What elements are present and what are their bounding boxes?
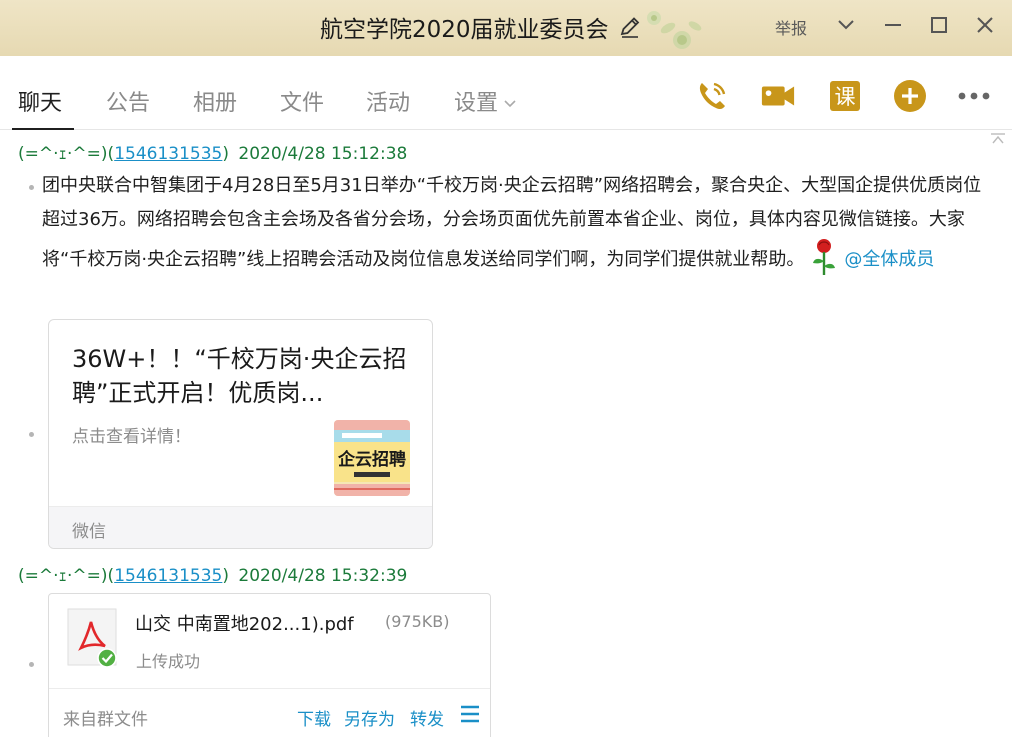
file-card-footer: 来自群文件 下载 另存为 转发 — [49, 688, 490, 737]
phone-icon — [699, 82, 726, 110]
tab-activities[interactable]: 活动 — [366, 85, 410, 117]
minimize-button[interactable] — [880, 10, 906, 40]
forward-link[interactable]: 转发 — [410, 705, 444, 730]
active-tab-underline — [12, 128, 74, 130]
collapse-up-icon[interactable] — [990, 133, 1006, 145]
thumbnail-text: 企云招聘 — [337, 449, 406, 470]
more-icon — [958, 92, 990, 100]
sender-id-link[interactable]: 1546131535 — [114, 144, 222, 164]
tab-settings[interactable]: 设置 — [454, 85, 516, 117]
save-as-link[interactable]: 另存为 — [344, 705, 395, 730]
voice-call-button[interactable] — [694, 78, 730, 114]
chevron-down-icon — [504, 100, 516, 108]
title-bar: 航空学院2020届就业委员会 举报 — [0, 0, 1012, 56]
tab-settings-label: 设置 — [454, 91, 499, 116]
chat-message-area[interactable]: (=^·ｪ·^=)(1546131535) 2020/4/28 15:12:38… — [0, 131, 1012, 737]
tab-bar: 聊天 公告 相册 文件 活动 设置 课 — [0, 56, 1012, 130]
sender-suffix: ) — [222, 144, 229, 164]
rose-emoji-icon — [813, 239, 836, 275]
tab-files[interactable]: 文件 — [280, 85, 324, 117]
mention-all-members[interactable]: @全体成员 — [844, 249, 934, 270]
minimize-icon — [885, 24, 901, 26]
file-size: (975KB) — [385, 612, 450, 631]
video-call-button[interactable] — [760, 78, 796, 114]
upload-status: 上传成功 — [136, 652, 201, 671]
card-description: 点击查看详情！ — [72, 427, 191, 447]
message-header: (=^·ｪ·^=)(1546131535) 2020/4/28 15:32:39 — [18, 561, 407, 586]
menu-icon[interactable] — [459, 703, 481, 725]
more-button[interactable] — [956, 78, 992, 114]
message-bullet — [29, 432, 34, 437]
maximize-icon — [931, 17, 947, 33]
course-button[interactable]: 课 — [827, 78, 863, 114]
tab-chat[interactable]: 聊天 — [18, 85, 62, 117]
file-name: 山交 中南置地202...1).pdf — [135, 614, 354, 635]
card-title: 36W+！！“千校万岗·央企云招聘”正式开启！优质岗... — [72, 345, 407, 407]
close-button[interactable] — [972, 10, 998, 40]
card-thumbnail: 企云招聘 — [334, 420, 410, 496]
message-header: (=^·ｪ·^=)(1546131535) 2020/4/28 15:12:38 — [18, 139, 407, 164]
sender-nickname: (=^·ｪ·^=)( — [18, 144, 115, 164]
file-card[interactable]: 山交 中南置地202...1).pdf (975KB) 上传成功 来自群文件 下… — [48, 593, 491, 737]
message-body: 团中央联合中智集团于4月28日至5月31日举办“千校万岗·央企云招聘”网络招聘会… — [42, 175, 982, 270]
link-share-card[interactable]: 36W+！！“千校万岗·央企云招聘”正式开启！优质岗... 点击查看详情！ 企云… — [48, 319, 433, 549]
sender-id-link[interactable]: 1546131535 — [114, 566, 222, 586]
card-footer: 微信 — [49, 506, 432, 548]
tab-album[interactable]: 相册 — [193, 85, 237, 117]
close-icon — [977, 17, 993, 33]
flower-decoration-icon — [647, 11, 702, 49]
pdf-file-icon — [67, 608, 117, 668]
download-link[interactable]: 下载 — [297, 705, 331, 730]
message-time: 2020/4/28 15:12:38 — [238, 144, 408, 164]
course-icon: 课 — [830, 81, 860, 111]
message-time: 2020/4/28 15:32:39 — [238, 566, 408, 586]
dropdown-chevron-button[interactable] — [833, 10, 859, 40]
window-title: 航空学院2020届就业委员会 — [320, 17, 609, 43]
video-icon — [761, 86, 795, 106]
message-text: 团中央联合中智集团于4月28日至5月31日举办“千校万岗·央企云招聘”网络招聘会… — [42, 169, 992, 277]
add-icon — [894, 80, 926, 112]
message-bullet — [29, 662, 34, 667]
window-title-group: 航空学院2020届就业委员会 — [320, 10, 643, 44]
sender-nickname: (=^·ｪ·^=)( — [18, 566, 115, 586]
tab-announcements[interactable]: 公告 — [106, 85, 150, 117]
course-glyph: 课 — [835, 85, 856, 109]
edit-icon[interactable] — [617, 14, 643, 40]
maximize-button[interactable] — [926, 10, 952, 40]
file-origin: 来自群文件 — [63, 710, 148, 730]
card-source: 微信 — [72, 522, 106, 542]
report-link[interactable]: 举报 — [775, 12, 807, 42]
add-app-button[interactable] — [892, 78, 928, 114]
chevron-down-icon — [838, 20, 854, 30]
sender-suffix: ) — [222, 566, 229, 586]
message-bullet — [29, 185, 34, 190]
